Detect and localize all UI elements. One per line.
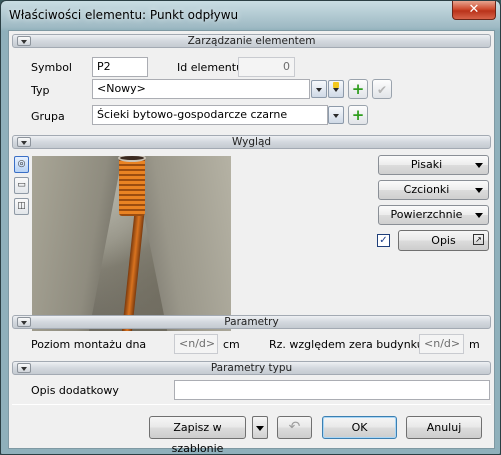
section-title: Parametry: [224, 316, 279, 328]
mount-level-label: Poziom montażu dna: [31, 338, 147, 351]
riser-pipe: [119, 156, 145, 216]
fonts-button-label: Czcionki: [403, 183, 450, 196]
section-header-management[interactable]: Zarządzanie elementem: [12, 34, 491, 48]
properties-dialog: Właściwości elementu: Punkt odpływu ✕ Za…: [0, 0, 501, 455]
check-icon: ✔: [376, 83, 388, 97]
pens-button[interactable]: Pisaki: [378, 155, 489, 175]
add-group-button[interactable]: +: [348, 105, 368, 125]
surfaces-button[interactable]: Powierzchnie: [378, 205, 489, 225]
group-label: Grupa: [31, 110, 65, 123]
symbol-field[interactable]: P2: [92, 57, 148, 77]
surfaces-button-label: Powierzchnie: [390, 208, 463, 221]
relative-zero-field: <n/d>: [419, 334, 464, 354]
section-title: Zarządzanie elementem: [187, 35, 316, 47]
folder-icon[interactable]: ▭: [14, 177, 29, 194]
external-window-icon: ↗: [473, 234, 484, 245]
type-label: Typ: [31, 84, 50, 97]
divider: [12, 404, 491, 405]
collapse-toggle-icon[interactable]: [17, 317, 31, 327]
type-dropdown-button[interactable]: [311, 80, 327, 98]
chevron-down-icon: [475, 213, 483, 218]
group-field[interactable]: Ścieki bytowo-gospodarcze czarne: [92, 105, 328, 125]
section-header-type-parameters[interactable]: Parametry typu: [12, 361, 491, 375]
close-button[interactable]: ✕: [452, 1, 496, 20]
fonts-button[interactable]: Czcionki: [378, 180, 489, 200]
description-button[interactable]: Opis ↗: [398, 230, 489, 251]
symbol-label: Symbol: [31, 61, 72, 74]
section-header-parameters[interactable]: Parametry: [12, 315, 491, 329]
pens-button-label: Pisaki: [410, 158, 443, 171]
chevron-down-icon: [475, 163, 483, 168]
mount-level-field: <n/d>: [174, 334, 218, 354]
section-title: Parametry typu: [210, 362, 293, 374]
collapse-toggle-icon[interactable]: [17, 137, 31, 147]
element-id-label: Id elementu: [177, 61, 244, 74]
confirm-type-button[interactable]: ✔: [372, 79, 392, 99]
collapse-toggle-icon[interactable]: [17, 36, 31, 46]
trench-wall-left: [32, 156, 123, 331]
element-id-field: 0: [238, 57, 295, 77]
extra-description-label: Opis dodatkowy: [31, 384, 119, 397]
group-dropdown-button[interactable]: [328, 106, 344, 124]
relative-zero-unit: m: [469, 338, 480, 351]
section-title: Wygląd: [231, 136, 272, 148]
element-preview-image: [32, 156, 231, 331]
ok-button[interactable]: OK: [322, 416, 397, 439]
add-type-button[interactable]: +: [348, 79, 368, 99]
plus-icon: +: [351, 80, 365, 98]
mount-level-unit: cm: [223, 338, 240, 351]
undo-button[interactable]: ↶: [277, 416, 312, 439]
section-header-appearance[interactable]: Wygląd: [12, 135, 491, 149]
save-template-button[interactable]: Zapisz w szablonie: [149, 416, 246, 454]
save-template-dropdown[interactable]: [252, 416, 268, 439]
plus-icon: +: [351, 106, 365, 124]
cancel-button[interactable]: Anuluj: [406, 416, 482, 439]
undo-icon: ↶: [288, 419, 301, 435]
relative-zero-label: Rz. względem zera budynku: [269, 338, 424, 351]
pen-icon: [333, 82, 339, 88]
title-bar[interactable]: Właściwości elementu: Punkt odpływu ✕: [1, 1, 500, 29]
camera-view-icon[interactable]: ◎: [14, 156, 29, 173]
type-edit-button[interactable]: [328, 80, 344, 98]
cube-view-icon[interactable]: ◫: [14, 198, 29, 215]
type-field[interactable]: <Nowy>: [92, 79, 310, 99]
extra-description-field[interactable]: [174, 380, 490, 400]
window-title: Właściwości elementu: Punkt odpływu: [9, 8, 239, 22]
description-button-label: Opis: [431, 234, 456, 247]
dialog-body: Zarządzanie elementem Symbol P2 Id eleme…: [8, 30, 495, 454]
description-checkbox[interactable]: ✓: [377, 234, 390, 247]
drain-pipe: [121, 214, 145, 331]
collapse-toggle-icon[interactable]: [17, 363, 31, 373]
chevron-down-icon: [475, 188, 483, 193]
